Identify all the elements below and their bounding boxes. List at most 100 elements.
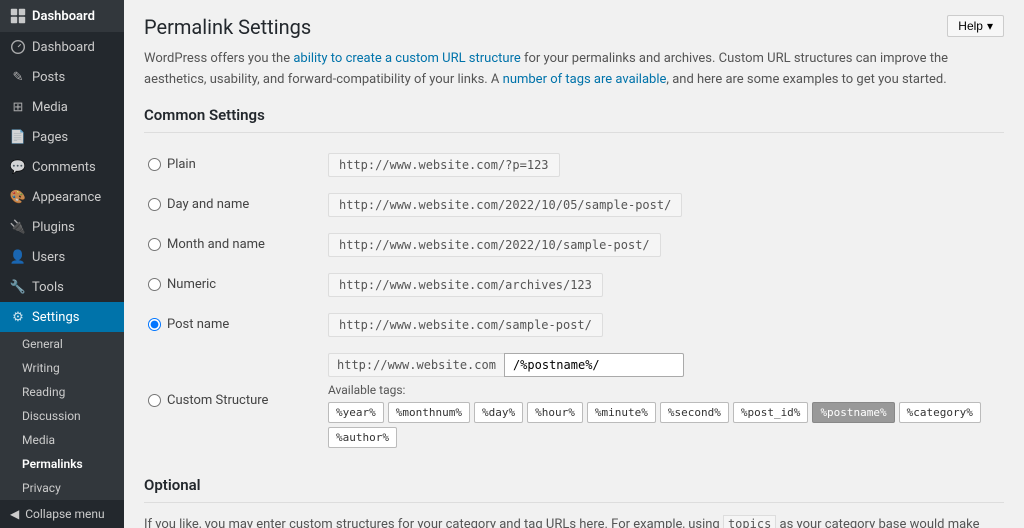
tag-post-id[interactable]: %post_id%: [733, 402, 809, 423]
tag-category[interactable]: %category%: [899, 402, 981, 423]
help-label: Help: [958, 19, 983, 33]
tags-row: %year% %monthnum% %day% %hour% %minute% …: [328, 402, 1000, 448]
post-name-url: http://www.website.com/sample-post/: [328, 313, 603, 337]
sidebar-item-media[interactable]: ⊞ Media: [0, 92, 124, 122]
sidebar-item-settings[interactable]: ⚙ Settings: [0, 302, 124, 332]
comments-icon: 💬: [10, 159, 26, 175]
table-row: Custom Structure http://www.website.com …: [144, 345, 1004, 456]
day-name-radio[interactable]: [148, 198, 161, 211]
month-name-option[interactable]: Month and name: [148, 237, 320, 252]
plain-url: http://www.website.com/?p=123: [328, 153, 560, 177]
optional-title: Optional: [144, 476, 1004, 503]
plugins-icon: 🔌: [10, 219, 26, 235]
month-name-url: http://www.website.com/2022/10/sample-po…: [328, 233, 661, 257]
numeric-radio[interactable]: [148, 278, 161, 291]
tag-day[interactable]: %day%: [474, 402, 523, 423]
available-tags-section: Available tags: %year% %monthnum% %day% …: [328, 383, 1000, 448]
custom-structure-label: Custom Structure: [167, 393, 268, 408]
settings-table: Plain http://www.website.com/?p=123 Day …: [144, 145, 1004, 456]
sidebar-item-comments[interactable]: 💬 Comments: [0, 152, 124, 182]
url-base: http://www.website.com: [328, 353, 504, 377]
table-row: Month and name http://www.website.com/20…: [144, 225, 1004, 265]
help-button[interactable]: Help ▾: [947, 15, 1004, 37]
page-title: Permalink Settings: [144, 15, 311, 39]
sidebar-item-appearance[interactable]: 🎨 Appearance: [0, 182, 124, 212]
dashboard-icon: [10, 39, 26, 55]
tags-link[interactable]: number of tags are available: [503, 72, 667, 87]
settings-label: Settings: [32, 310, 79, 325]
dashboard-label: Dashboard: [32, 40, 95, 55]
custom-structure-option[interactable]: Custom Structure: [148, 393, 320, 408]
table-row: Plain http://www.website.com/?p=123: [144, 145, 1004, 185]
available-tags-label: Available tags:: [328, 383, 405, 397]
post-name-label: Post name: [167, 317, 229, 332]
settings-submenu: General Writing Reading Discussion Media…: [0, 332, 124, 500]
dashboard-header-icon: [10, 8, 26, 24]
table-row: Post name http://www.website.com/sample-…: [144, 305, 1004, 345]
settings-icon: ⚙: [10, 309, 26, 325]
optional-description: If you like, you may enter custom struct…: [144, 515, 1004, 528]
collapse-menu-button[interactable]: ◀ Collapse menu: [0, 500, 124, 528]
collapse-icon: ◀: [10, 507, 19, 521]
submenu-privacy[interactable]: Privacy: [0, 476, 124, 500]
submenu-general[interactable]: General: [0, 332, 124, 356]
tag-minute[interactable]: %minute%: [587, 402, 656, 423]
submenu-reading[interactable]: Reading: [0, 380, 124, 404]
tag-monthnum[interactable]: %monthnum%: [388, 402, 470, 423]
tag-author[interactable]: %author%: [328, 427, 397, 448]
topics-code: topics: [723, 515, 776, 528]
sidebar-item-plugins[interactable]: 🔌 Plugins: [0, 212, 124, 242]
media-label: Media: [32, 100, 68, 115]
sidebar-item-dashboard[interactable]: Dashboard: [0, 32, 124, 62]
tools-label: Tools: [32, 280, 64, 295]
numeric-option[interactable]: Numeric: [148, 277, 320, 292]
sidebar-item-tools[interactable]: 🔧 Tools: [0, 272, 124, 302]
users-label: Users: [32, 250, 65, 265]
sidebar: Dashboard Dashboard ✎ Posts ⊞ Media 📄 Pa…: [0, 0, 124, 528]
month-name-radio[interactable]: [148, 238, 161, 251]
submenu-discussion[interactable]: Discussion: [0, 404, 124, 428]
users-icon: 👤: [10, 249, 26, 265]
table-row: Numeric http://www.website.com/archives/…: [144, 265, 1004, 305]
tag-postname[interactable]: %postname%: [812, 402, 894, 423]
intro-description: WordPress offers you the ability to crea…: [144, 49, 1004, 91]
day-name-label: Day and name: [167, 197, 249, 212]
common-settings-title: Common Settings: [144, 106, 1004, 133]
tag-hour[interactable]: %hour%: [527, 402, 583, 423]
sidebar-item-posts[interactable]: ✎ Posts: [0, 62, 124, 92]
pages-icon: 📄: [10, 129, 26, 145]
day-name-url: http://www.website.com/2022/10/05/sample…: [328, 193, 682, 217]
tools-icon: 🔧: [10, 279, 26, 295]
custom-url-input[interactable]: [504, 353, 684, 377]
plugins-label: Plugins: [32, 220, 75, 235]
post-name-radio[interactable]: [148, 318, 161, 331]
tag-year[interactable]: %year%: [328, 402, 384, 423]
page-header: Permalink Settings Help ▾: [144, 15, 1004, 39]
custom-structure-radio[interactable]: [148, 394, 161, 407]
sidebar-item-users[interactable]: 👤 Users: [0, 242, 124, 272]
sidebar-header-label: Dashboard: [32, 9, 95, 24]
optional-section: Optional If you like, you may enter cust…: [144, 476, 1004, 528]
submenu-writing[interactable]: Writing: [0, 356, 124, 380]
post-name-option[interactable]: Post name: [148, 317, 320, 332]
ability-link[interactable]: ability to create a custom URL structure: [293, 51, 520, 66]
tag-second[interactable]: %second%: [660, 402, 729, 423]
appearance-icon: 🎨: [10, 189, 26, 205]
sidebar-item-pages[interactable]: 📄 Pages: [0, 122, 124, 152]
submenu-media[interactable]: Media: [0, 428, 124, 452]
collapse-label: Collapse menu: [25, 507, 104, 521]
month-name-label: Month and name: [167, 237, 265, 252]
pages-label: Pages: [32, 130, 68, 145]
submenu-permalinks[interactable]: Permalinks: [0, 452, 124, 476]
table-row: Day and name http://www.website.com/2022…: [144, 185, 1004, 225]
plain-option[interactable]: Plain: [148, 157, 320, 172]
custom-url-group: http://www.website.com: [328, 353, 1000, 377]
day-name-option[interactable]: Day and name: [148, 197, 320, 212]
plain-radio[interactable]: [148, 158, 161, 171]
posts-label: Posts: [32, 70, 65, 85]
appearance-label: Appearance: [32, 190, 101, 205]
main-content: Permalink Settings Help ▾ WordPress offe…: [124, 0, 1024, 528]
numeric-url: http://www.website.com/archives/123: [328, 273, 603, 297]
sidebar-header[interactable]: Dashboard: [0, 0, 124, 32]
numeric-label: Numeric: [167, 277, 216, 292]
